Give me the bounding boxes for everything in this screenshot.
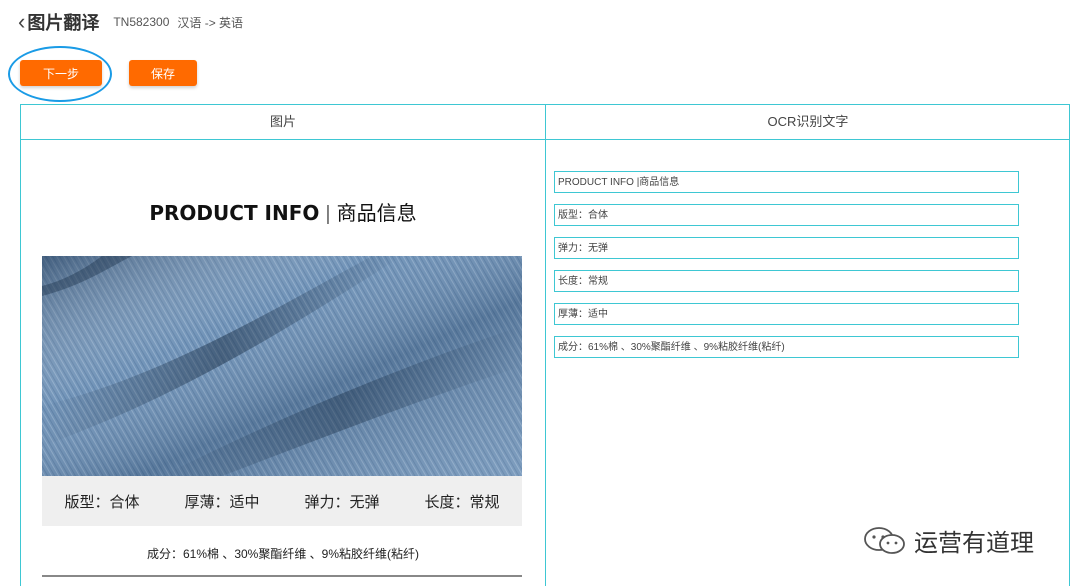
- attribute-length: 长度：常规: [424, 493, 500, 511]
- watermark: 运营有道理: [862, 523, 1034, 558]
- product-info-title-en: PRODUCT INFO: [149, 201, 320, 225]
- title-separator: |: [325, 203, 331, 225]
- language-direction: 汉语 -> 英语: [177, 15, 244, 30]
- ocr-text-field[interactable]: 弹力：无弹: [554, 237, 1019, 259]
- ocr-result-list: PRODUCT INFO |商品信息 版型：合体 弹力：无弹 长度：常规 厚薄：…: [554, 171, 1019, 369]
- composition-text: 成分：61%棉 、30%聚酯纤维 、9%粘胶纤维(粘纤): [146, 547, 420, 561]
- page-header: ‹ 图片翻译 TN582300 汉语 -> 英语: [18, 10, 243, 34]
- ocr-text-field[interactable]: 厚薄：适中: [554, 303, 1019, 325]
- attribute-fit: 版型：合体: [64, 493, 140, 511]
- attribute-thickness: 厚薄：适中: [184, 493, 260, 511]
- save-button[interactable]: 保存: [129, 60, 197, 86]
- ocr-text-field[interactable]: 版型：合体: [554, 204, 1019, 226]
- product-info-title-cn: 商品信息: [336, 203, 417, 225]
- ocr-text-field[interactable]: PRODUCT INFO |商品信息: [554, 171, 1019, 193]
- ocr-text-field[interactable]: 长度：常规: [554, 270, 1019, 292]
- product-info-heading: PRODUCT INFO | 商品信息: [21, 197, 545, 226]
- attribute-elasticity: 弹力：无弹: [304, 493, 380, 511]
- watermark-text: 运营有道理: [914, 530, 1034, 557]
- divider: [42, 575, 522, 577]
- chevron-left-icon[interactable]: ‹: [18, 11, 25, 33]
- next-step-button[interactable]: 下一步: [20, 60, 102, 86]
- ocr-text-field[interactable]: 成分：61%棉 、30%聚酯纤维 、9%粘胶纤维(粘纤): [554, 336, 1019, 358]
- column-header-ocr: OCR识别文字: [767, 114, 849, 129]
- page-title: 图片翻译: [27, 13, 100, 33]
- task-code: TN582300: [113, 15, 170, 29]
- wechat-icon: [864, 526, 905, 554]
- denim-fabric-image: [42, 256, 522, 476]
- column-divider: [545, 105, 546, 586]
- attribute-strip: 版型：合体 厚薄：适中 弹力：无弹 长度：常规: [42, 476, 522, 526]
- column-header-image: 图片: [269, 114, 296, 129]
